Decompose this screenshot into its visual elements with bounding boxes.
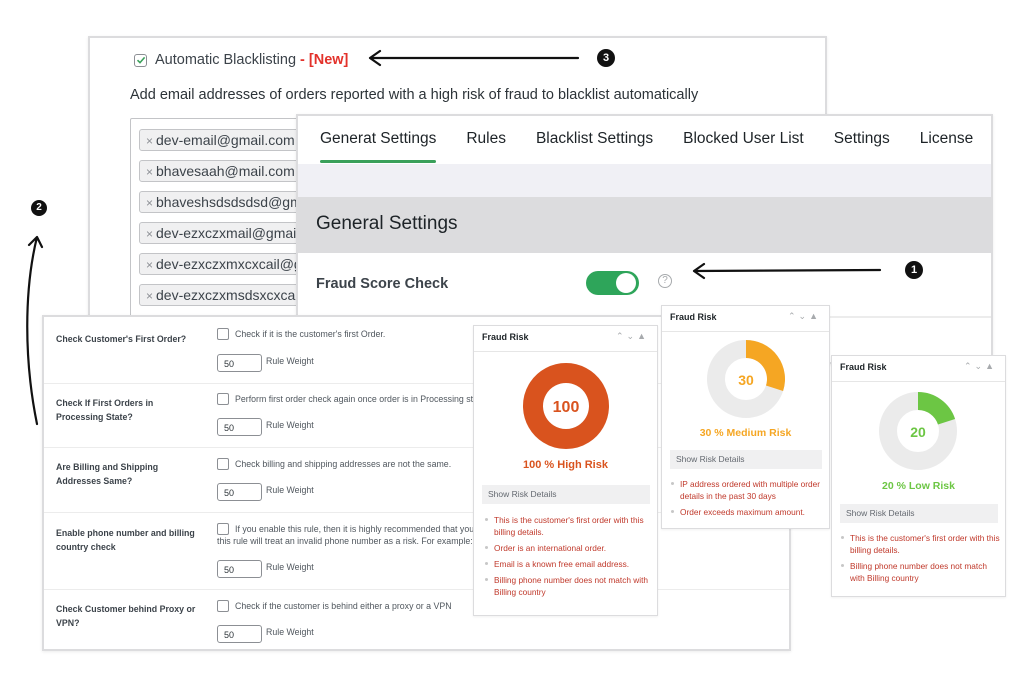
annotation-badge-3: 3 <box>597 49 615 67</box>
arrow-1 <box>692 262 882 280</box>
arrow-2 <box>26 235 44 426</box>
annotation-badge-2: 2 <box>31 200 47 216</box>
annotation-badge-1: 1 <box>905 261 923 279</box>
annotation-arrows <box>26 49 882 426</box>
arrow-3 <box>368 49 580 67</box>
